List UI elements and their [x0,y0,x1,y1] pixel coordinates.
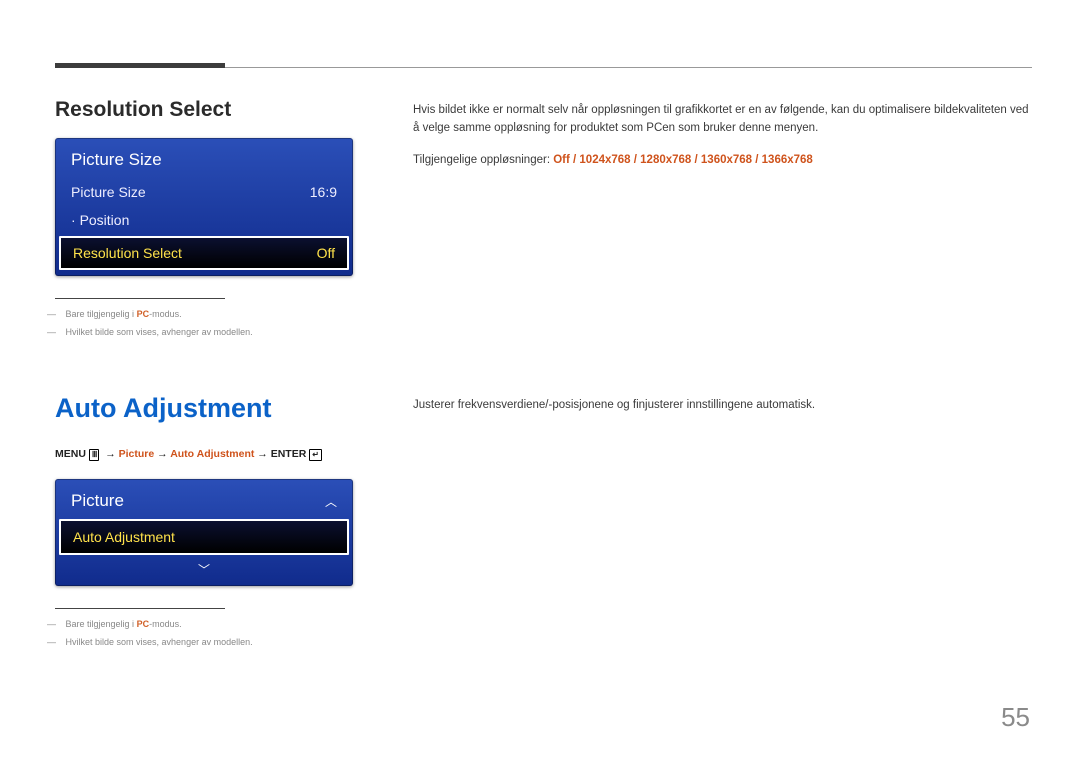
osd-row-auto-adjustment-selected[interactable]: Auto Adjustment [59,519,349,555]
available-resolutions: Tilgjengelige oppløsninger: Off / 1024x7… [413,152,1032,170]
osd-panel-picture: Picture ︿ Auto Adjustment ﹀ [55,479,353,586]
footnote-pc-mode: ― Bare tilgjengelig i PC-modus. [55,619,355,629]
footnote-rule [55,608,225,609]
section-heading-auto-adjustment: Auto Adjustment [55,393,355,424]
resolution-select-section: Resolution Select Picture Size Picture S… [55,98,1032,345]
menu-icon: Ⅲ [89,449,100,461]
osd-row-position[interactable]: Position [57,206,351,234]
osd-label: Picture Size [71,184,146,200]
osd-title: Picture [71,491,124,511]
footnote-rule [55,298,225,299]
osd-value: 16:9 [310,184,337,200]
osd-panel-picture-size: Picture Size Picture Size 16:9 Position … [55,138,353,276]
chevron-up-icon[interactable]: ︿ [325,493,337,510]
osd-row-picture-size[interactable]: Picture Size 16:9 [57,178,351,206]
osd-row-resolution-select-selected[interactable]: Resolution Select Off [59,236,349,270]
osd-title: Picture Size [57,140,351,178]
osd-label: Resolution Select [73,245,182,261]
menu-path: MENU Ⅲ → Picture → Auto Adjustment → ENT… [55,448,355,461]
section-heading-resolution-select: Resolution Select [55,98,355,122]
enter-icon: ↵ [309,449,322,461]
auto-adjustment-section: Auto Adjustment MENU Ⅲ → Picture → Auto … [55,393,1032,655]
description-text: Justerer frekvensverdiene/-posisjonene o… [413,397,1032,415]
chevron-down-icon[interactable]: ﹀ [198,563,210,577]
footnote-model: ― Hvilket bilde som vises, avhenger av m… [55,637,355,647]
footnote-model: ― Hvilket bilde som vises, avhenger av m… [55,327,355,337]
description-text: Hvis bildet ikke er normalt selv når opp… [413,102,1032,138]
footnote-pc-mode: ― Bare tilgjengelig i PC-modus. [55,309,355,319]
page-number: 55 [1001,702,1030,733]
osd-value: Off [317,245,335,261]
